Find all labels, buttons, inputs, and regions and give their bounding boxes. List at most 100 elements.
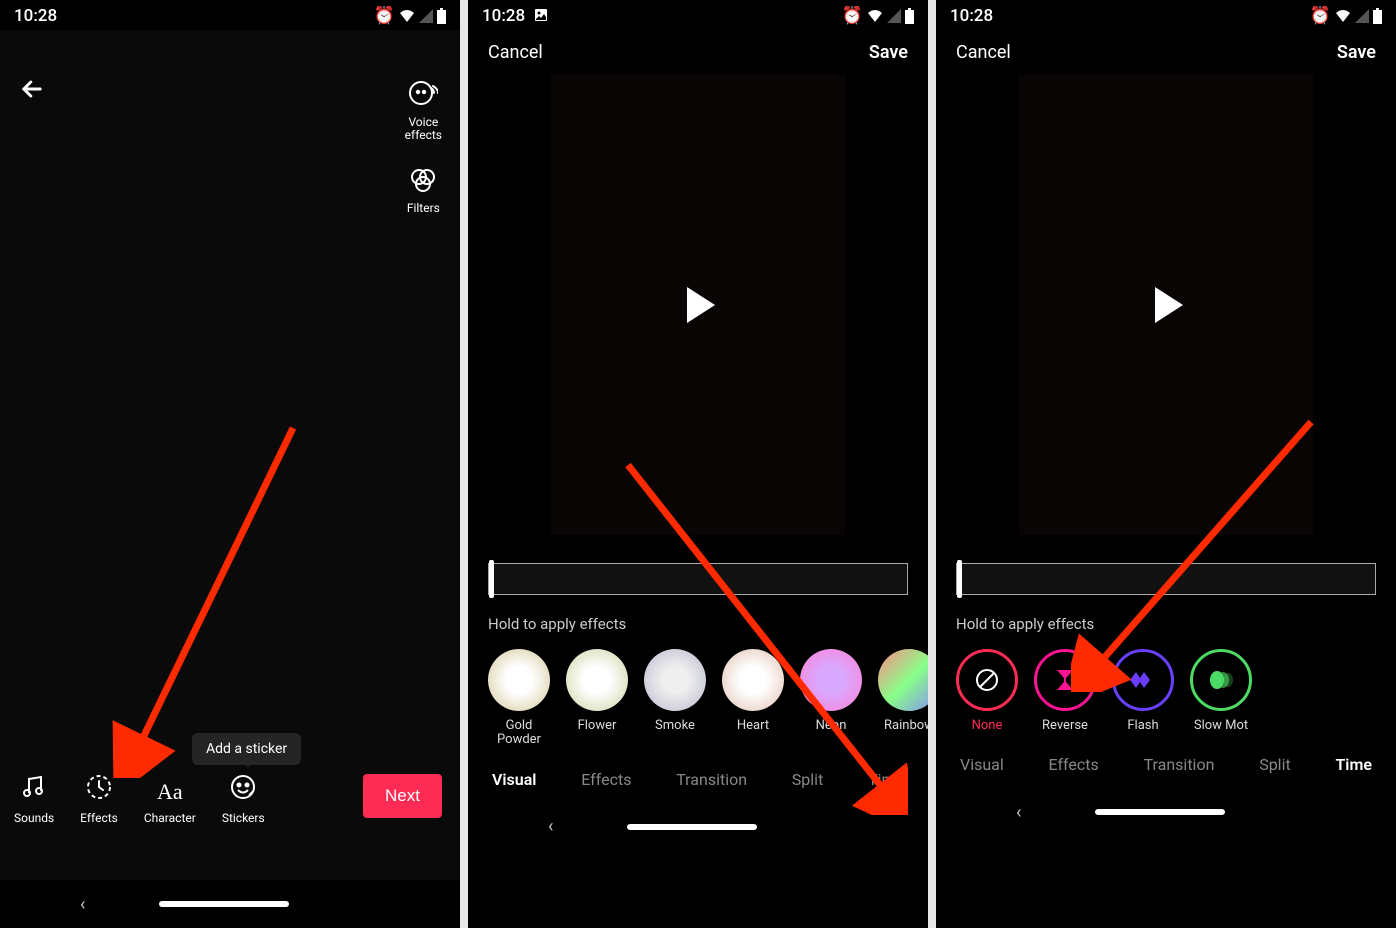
- voice-effects-label: Voice effects: [405, 116, 442, 142]
- effect-gold-powder[interactable]: Gold Powder: [488, 649, 550, 748]
- video-preview[interactable]: [551, 75, 845, 535]
- timeline[interactable]: [956, 563, 1376, 595]
- status-bar: 10:28 ⏰: [468, 0, 928, 30]
- effect-thumb: [488, 649, 550, 711]
- save-button[interactable]: Save: [1337, 42, 1376, 63]
- time-effect-none[interactable]: None: [956, 649, 1018, 733]
- status-bar: 10:28 ⏰: [936, 0, 1396, 30]
- wifi-icon: [399, 9, 415, 23]
- effects-icon: [85, 773, 113, 805]
- effect-label: Heart: [737, 719, 769, 733]
- visual-effects-row: Gold Powder Flower Smoke Heart Neon Rain…: [468, 645, 928, 748]
- screen-effects-time: 10:28 ⏰ Cancel Save Hold to apply effect…: [936, 0, 1396, 928]
- play-icon: [1155, 287, 1183, 323]
- effect-label: Slow Mot: [1194, 719, 1248, 733]
- effect-label: Flower: [578, 719, 617, 733]
- effect-tabs: Visual Effects Transition Split Time: [936, 733, 1396, 788]
- time-effect-slowmo[interactable]: Slow Mot: [1190, 649, 1252, 733]
- wifi-icon: [867, 9, 883, 23]
- annotation-arrow: [108, 418, 308, 778]
- tab-transition[interactable]: Transition: [1144, 755, 1215, 774]
- wifi-icon: [1335, 9, 1351, 23]
- save-button[interactable]: Save: [869, 42, 908, 63]
- filters-label: Filters: [407, 202, 440, 215]
- status-icons: ⏰: [1310, 6, 1382, 26]
- editor-top-bar: Cancel Save: [468, 30, 928, 75]
- apply-hint: Hold to apply effects: [488, 615, 908, 633]
- apply-hint: Hold to apply effects: [956, 615, 1376, 633]
- effect-label: Reverse: [1042, 719, 1088, 733]
- time-effect-reverse[interactable]: Reverse: [1034, 649, 1096, 733]
- effect-label: Neon: [816, 719, 847, 733]
- character-label: Character: [144, 811, 196, 825]
- effect-heart[interactable]: Heart: [722, 649, 784, 748]
- effect-flower[interactable]: Flower: [566, 649, 628, 748]
- timeline-cursor[interactable]: [957, 560, 962, 598]
- tab-time[interactable]: Time: [1335, 755, 1372, 774]
- cancel-button[interactable]: Cancel: [956, 42, 1011, 63]
- tab-split[interactable]: Split: [1259, 755, 1291, 774]
- bottom-options: Sounds Effects Aa Character Stickers: [14, 773, 265, 825]
- android-nav-bar: ‹: [936, 788, 1396, 836]
- tab-transition[interactable]: Transition: [676, 770, 747, 789]
- effect-thumb: [878, 649, 928, 711]
- tab-effects[interactable]: Effects: [1049, 755, 1099, 774]
- tab-visual[interactable]: Visual: [960, 755, 1004, 774]
- status-time: 10:28: [14, 6, 57, 26]
- effect-thumb: [800, 649, 862, 711]
- time-effect-flash[interactable]: Flash: [1112, 649, 1174, 733]
- effects-button[interactable]: Effects: [80, 773, 118, 825]
- cancel-button[interactable]: Cancel: [488, 42, 543, 63]
- back-button[interactable]: [18, 75, 46, 110]
- effect-smoke[interactable]: Smoke: [644, 649, 706, 748]
- alarm-icon: ⏰: [374, 6, 395, 26]
- character-button[interactable]: Aa Character: [144, 779, 196, 825]
- tab-time[interactable]: Time: [868, 770, 904, 789]
- signal-icon: [1355, 9, 1369, 23]
- status-time: 10:28: [482, 6, 548, 26]
- status-icons: ⏰: [842, 6, 914, 26]
- nav-back-icon[interactable]: ‹: [1016, 802, 1021, 823]
- effect-label: Smoke: [655, 719, 695, 733]
- filters-button[interactable]: Filters: [407, 166, 440, 215]
- battery-icon: [905, 8, 914, 24]
- video-preview[interactable]: [1019, 75, 1313, 535]
- stickers-button[interactable]: Stickers: [222, 773, 265, 825]
- effect-neon[interactable]: Neon: [800, 649, 862, 748]
- tab-effects[interactable]: Effects: [581, 770, 631, 789]
- sounds-button[interactable]: Sounds: [14, 773, 54, 825]
- android-nav-bar: ‹: [0, 880, 460, 928]
- timeline[interactable]: [488, 563, 908, 595]
- effect-label: Flash: [1127, 719, 1158, 733]
- tab-visual[interactable]: Visual: [492, 770, 536, 789]
- effect-label: None: [972, 719, 1003, 733]
- signal-icon: [887, 9, 901, 23]
- voice-effects-button[interactable]: Voice effects: [405, 78, 442, 142]
- filters-icon: [409, 166, 437, 198]
- battery-icon: [1373, 8, 1382, 24]
- sounds-label: Sounds: [14, 811, 54, 825]
- alarm-icon: ⏰: [1310, 6, 1331, 26]
- tooltip-add-sticker: Add a sticker: [192, 733, 301, 765]
- play-icon: [687, 287, 715, 323]
- next-button[interactable]: Next: [363, 774, 442, 818]
- slowmo-icon: [1190, 649, 1252, 711]
- nav-home-pill[interactable]: [1095, 809, 1225, 815]
- effect-tabs: Visual Effects Transition Split Time: [468, 748, 928, 803]
- sticker-icon: [229, 773, 257, 805]
- status-bar: 10:28 ⏰: [0, 0, 460, 30]
- android-nav-bar: ‹: [468, 803, 928, 851]
- nav-home-pill[interactable]: [627, 824, 757, 830]
- tab-split[interactable]: Split: [792, 770, 824, 789]
- effect-label: Gold Powder: [497, 719, 541, 748]
- screen-edit-main: 10:28 ⏰ Voice effects: [0, 0, 460, 928]
- effect-thumb: [644, 649, 706, 711]
- alarm-icon: ⏰: [842, 6, 863, 26]
- effect-rainbow[interactable]: Rainbow: [878, 649, 928, 748]
- editor-top-bar: Cancel Save: [936, 30, 1396, 75]
- timeline-cursor[interactable]: [489, 560, 494, 598]
- nav-back-icon[interactable]: ‹: [548, 816, 553, 837]
- nav-back-icon[interactable]: ‹: [80, 894, 85, 915]
- nav-home-pill[interactable]: [159, 901, 289, 907]
- side-options: Voice effects Filters: [405, 78, 442, 216]
